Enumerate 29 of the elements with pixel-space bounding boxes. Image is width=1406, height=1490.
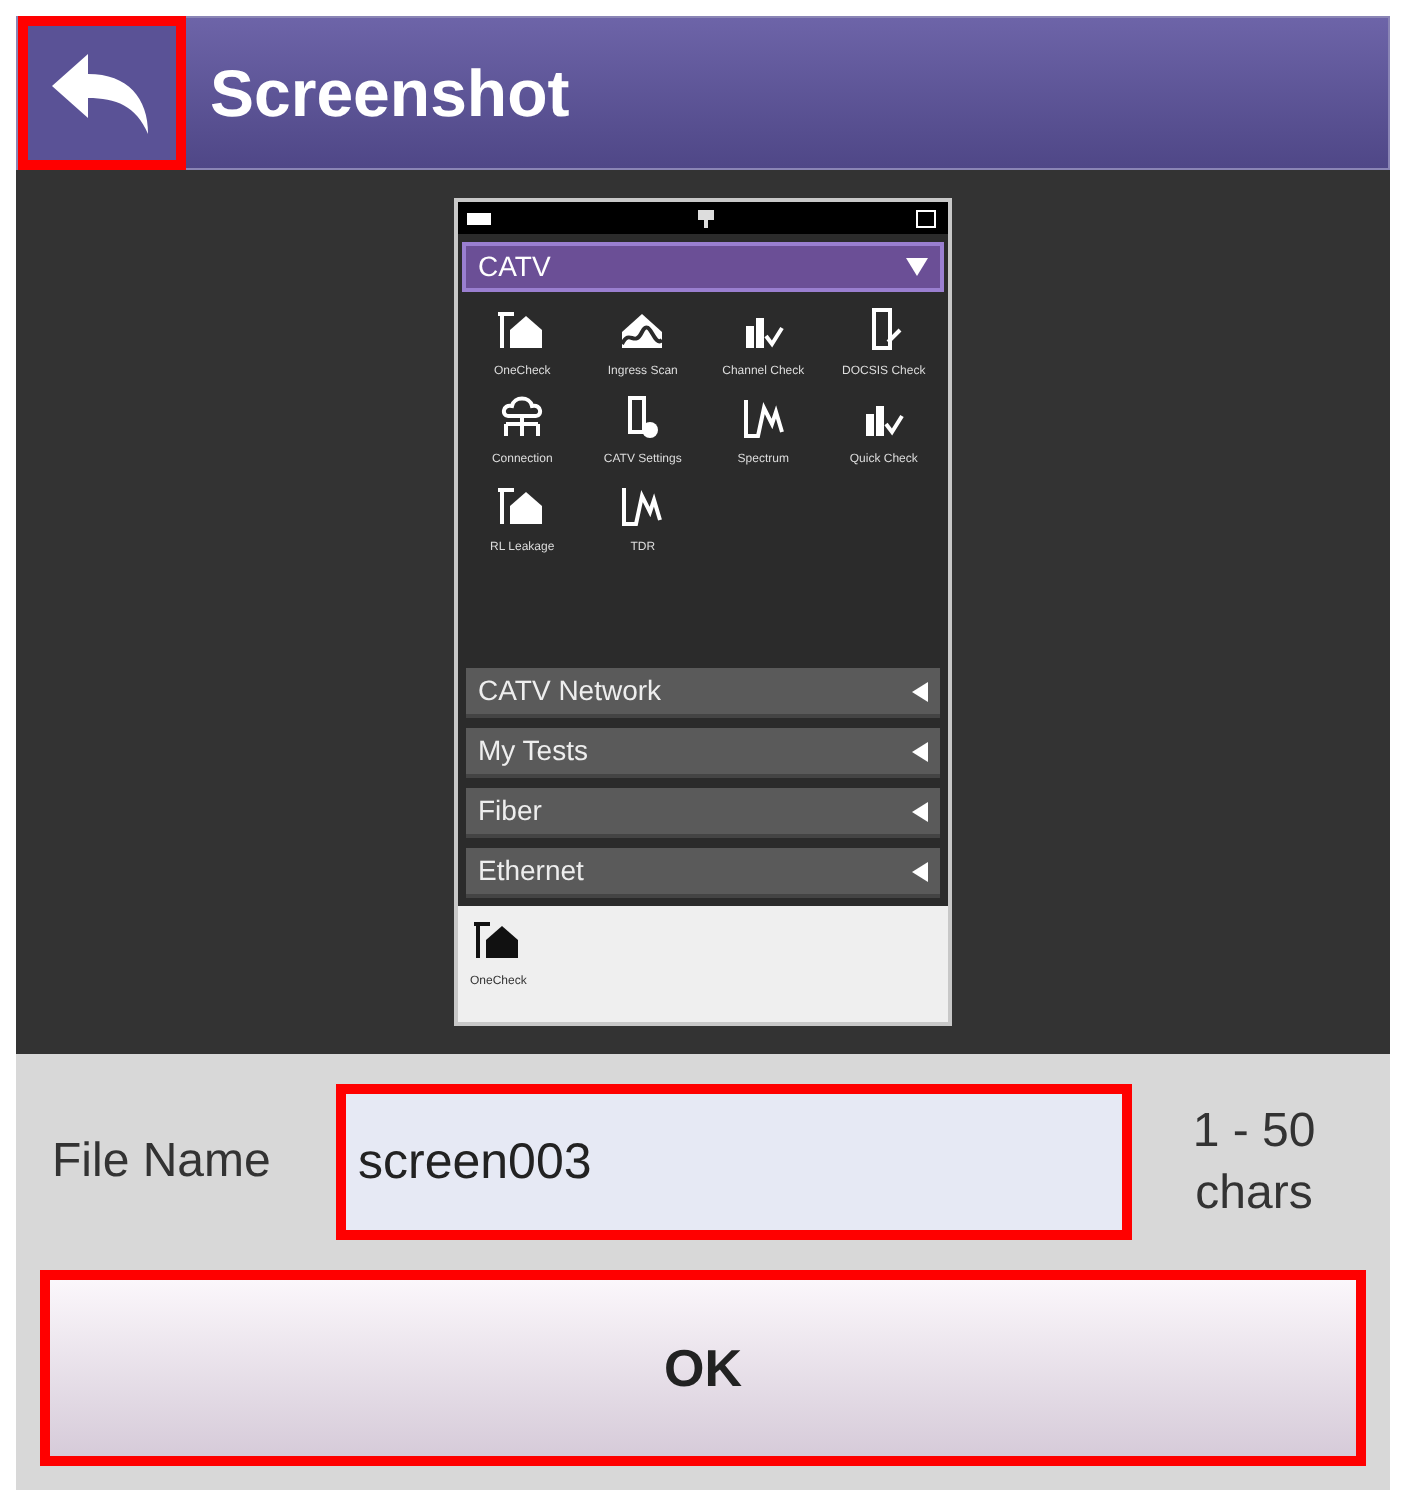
dropdown-caret-icon xyxy=(906,258,928,276)
house-wave-icon xyxy=(618,308,667,352)
spectrum-icon xyxy=(618,484,667,528)
spectrum-icon xyxy=(739,396,788,440)
category-row[interactable]: Fiber xyxy=(466,788,940,838)
category-dropdown[interactable]: CATV xyxy=(462,242,944,292)
collapse-arrow-icon xyxy=(912,741,928,761)
collapse-arrow-icon xyxy=(912,681,928,701)
cloud-network-icon xyxy=(498,396,547,440)
battery-icon xyxy=(466,211,494,225)
collapse-arrow-icon xyxy=(912,861,928,881)
dropdown-label: CATV xyxy=(478,248,551,286)
category-row[interactable]: My Tests xyxy=(466,728,940,778)
category-label: Ethernet xyxy=(478,852,584,890)
category-label: My Tests xyxy=(478,732,588,770)
category-row[interactable]: Ethernet xyxy=(466,848,940,898)
back-button[interactable] xyxy=(18,16,186,170)
length-limit-hint: 1 - 50 chars xyxy=(1190,1102,1318,1224)
category-row[interactable]: CATV Network xyxy=(466,668,940,718)
ok-button[interactable]: OK xyxy=(40,1270,1366,1466)
house-icon xyxy=(498,308,547,352)
category-label: CATV Network xyxy=(478,672,662,710)
house-icon xyxy=(474,918,523,962)
category-label: Fiber xyxy=(478,792,542,830)
collapse-arrow-icon xyxy=(912,801,928,821)
file-name-label: File Name xyxy=(52,1132,273,1192)
window-title: Screenshot xyxy=(210,53,570,134)
file-name-field[interactable]: screen003 xyxy=(336,1084,1132,1240)
house-icon xyxy=(498,484,547,528)
